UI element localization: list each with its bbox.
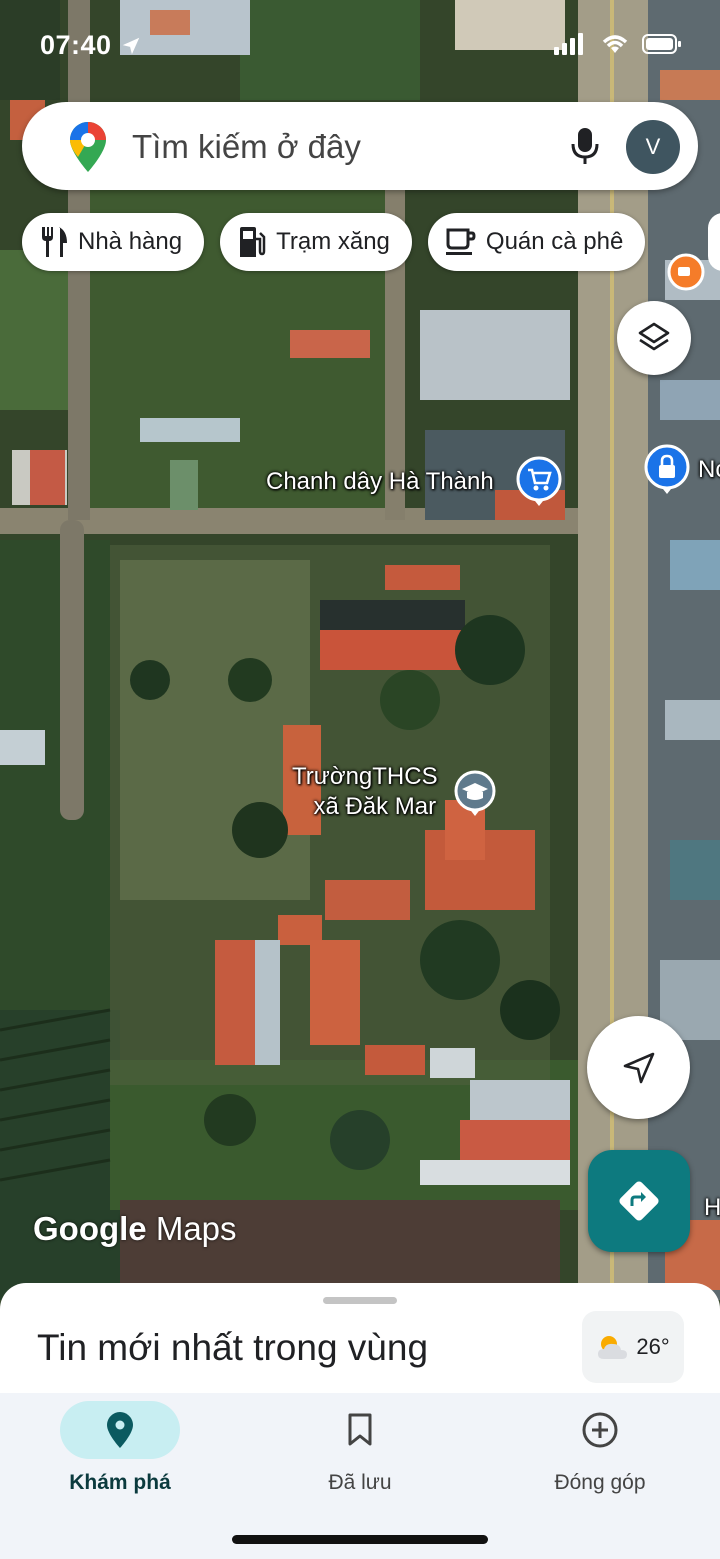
signal-icon — [554, 33, 583, 55]
layers-icon — [638, 322, 670, 351]
poi-label-school[interactable]: TrườngTHCS xã Đăk Mar — [292, 762, 438, 822]
school-poi-pin[interactable] — [453, 770, 497, 823]
my-location-button[interactable] — [587, 1016, 690, 1119]
status-bar: 07:40 — [0, 0, 720, 90]
google-maps-watermark: Google Maps — [33, 1210, 237, 1247]
home-indicator[interactable] — [232, 1535, 488, 1544]
battery-icon — [642, 34, 681, 54]
coffee-icon — [445, 228, 476, 255]
weather-chip[interactable]: 26° — [582, 1311, 684, 1383]
chip-coffee[interactable]: Quán cà phê — [427, 213, 646, 271]
location-pin-icon — [107, 1412, 133, 1448]
directions-icon — [619, 1181, 659, 1221]
directions-button[interactable] — [588, 1150, 690, 1252]
partly-cloudy-icon — [598, 1336, 628, 1359]
saved-pill — [300, 1401, 420, 1459]
contribute-pill — [540, 1401, 660, 1459]
sheet-title: Tin mới nhất trong vùng — [37, 1327, 429, 1368]
navigation-arrow-icon — [623, 1052, 654, 1083]
poi-label-edge-1[interactable]: Nc — [698, 456, 720, 484]
school-cap-icon — [454, 770, 496, 816]
search-bar[interactable]: Tìm kiếm ở đây V — [22, 102, 698, 190]
wifi-icon — [602, 35, 628, 53]
layers-button[interactable] — [617, 301, 691, 375]
category-chips: Nhà hàng Trạm xăng Quán cà phê — [22, 213, 646, 271]
poi-label-edge-2[interactable]: H — [704, 1194, 720, 1222]
lock-pin-icon — [644, 444, 690, 494]
explore-active-pill — [60, 1401, 180, 1459]
add-circle-icon — [582, 1412, 618, 1448]
chip-gas-stations[interactable]: Trạm xăng — [220, 213, 412, 271]
locked-poi-pin[interactable] — [644, 444, 690, 501]
chip-more[interactable] — [708, 213, 720, 271]
location-arrow-icon — [122, 37, 139, 54]
sheet-drag-handle[interactable] — [323, 1297, 397, 1304]
microphone-icon[interactable] — [570, 126, 600, 166]
bookmark-icon — [348, 1413, 372, 1446]
search-input[interactable]: Tìm kiếm ở đây — [132, 128, 361, 166]
account-avatar[interactable]: V — [626, 120, 680, 174]
restaurant-icon — [42, 227, 67, 257]
poi-label-shop[interactable]: Chanh dây Hà Thành — [266, 468, 494, 496]
status-time: 07:40 — [40, 30, 142, 61]
shopping-cart-pin-icon — [516, 456, 562, 506]
tab-saved[interactable]: Đã lưu — [260, 1393, 460, 1513]
chip-restaurants[interactable]: Nhà hàng — [22, 213, 205, 271]
gas-station-icon — [240, 227, 266, 257]
tab-contribute[interactable]: Đóng góp — [500, 1393, 700, 1513]
google-maps-logo-icon — [70, 122, 106, 172]
cafe-pin-icon — [667, 253, 705, 291]
shop-poi-pin[interactable] — [516, 456, 562, 513]
cafe-poi-pin[interactable] — [666, 252, 706, 297]
tab-explore[interactable]: Khám phá — [20, 1393, 220, 1513]
bottom-sheet[interactable]: Tin mới nhất trong vùng 26° — [0, 1283, 720, 1403]
